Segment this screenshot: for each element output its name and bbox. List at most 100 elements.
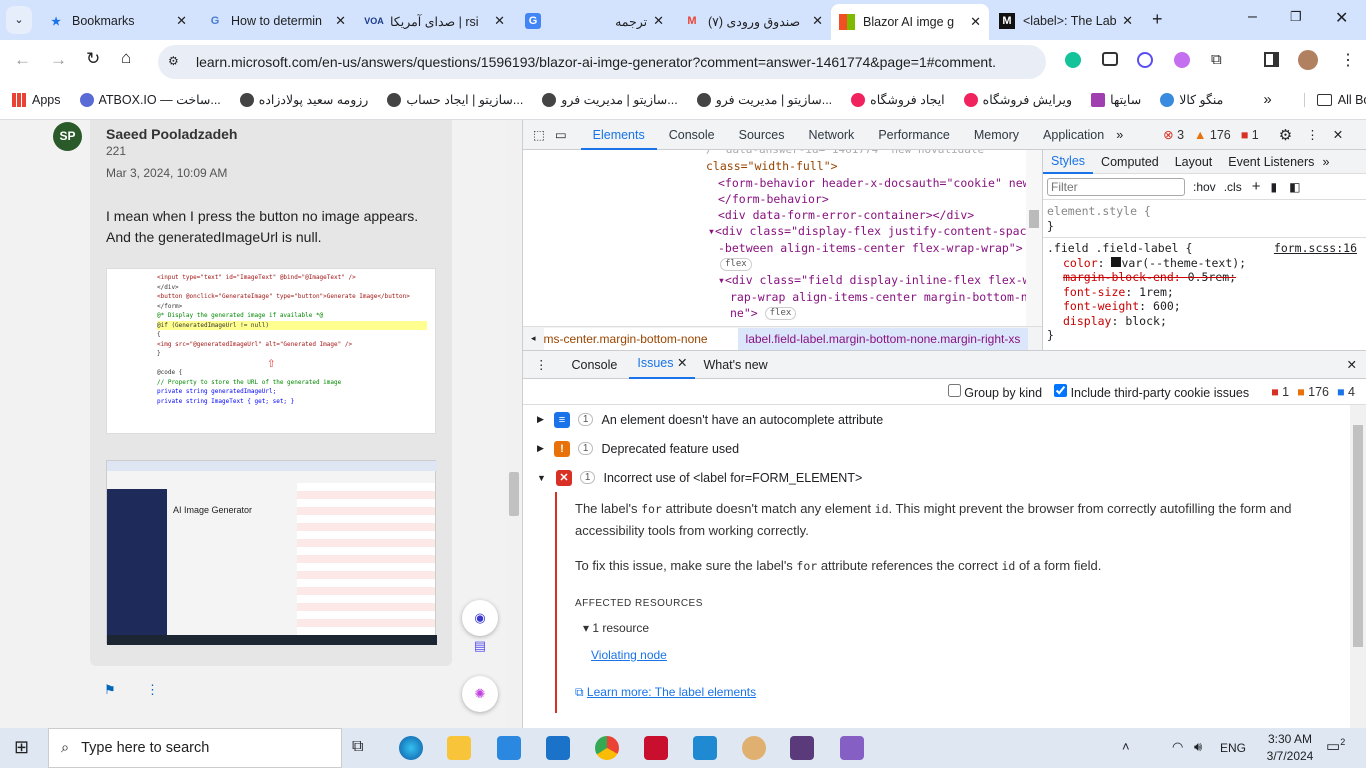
close-tab-icon[interactable]: ✕ [970,14,981,30]
network-icon[interactable]: ◠ [1172,739,1183,755]
more-tabs-icon[interactable]: » [1322,155,1329,169]
tab-memory[interactable]: Memory [962,120,1031,150]
tab-how-to[interactable]: G How to determin ✕ [199,6,354,36]
learn-more-link[interactable]: ⧉ Learn more: The label elements [575,682,1350,703]
tab-voa[interactable]: VOA صدای آمریکا | rsi ✕ [358,6,513,36]
violating-node-link[interactable]: Violating node [575,645,1350,666]
avatar[interactable] [1298,50,1318,70]
app-screenshot[interactable]: AI Image Generator [106,460,437,645]
group-by-kind-checkbox[interactable]: Group by kind [947,383,1042,400]
bookmark-sazito-2[interactable]: سازیتو | مدیریت فرو... [537,92,678,107]
close-tab-icon[interactable]: ✕ [1122,13,1133,29]
extension-brain-icon[interactable] [1174,52,1190,68]
close-drawer-icon[interactable]: ✕ [1347,357,1357,372]
bookmark-mango[interactable]: منگو کالا [1155,92,1223,107]
css-property-overridden[interactable]: margin-block-end: 0.5rem; [1047,270,1363,285]
site-info-icon[interactable]: ⚙ [168,54,179,68]
dom-line[interactable]: ne"> flex [523,305,1026,321]
dom-line[interactable]: class="width-full"> [523,158,1026,174]
close-tab-icon[interactable]: ✕ [176,13,187,29]
breadcrumb-scroll-left[interactable]: ◂ [523,333,544,344]
color-swatch[interactable] [1111,256,1122,267]
brain-extension-button[interactable]: ✺ [462,676,498,712]
back-icon[interactable]: ← [14,50,31,70]
element-style[interactable]: element.style { [1047,204,1363,219]
tab-console[interactable]: Console [657,120,727,150]
device-toolbar-icon[interactable]: ▭ [555,127,567,142]
rule-selector[interactable]: .field .field-label { [1047,241,1192,256]
more-tabs-icon[interactable]: » [1116,128,1123,142]
drawer-menu-icon[interactable]: ⋮ [523,357,560,372]
terminal-icon[interactable] [790,736,814,760]
dom-line[interactable]: ▾<div class="display-flex justify-conten… [523,223,1026,239]
clock-date[interactable]: 3/7/2024 [1262,749,1318,763]
tab-blazor-active[interactable]: Blazor AI imge g ✕ [831,4,989,40]
dom-line[interactable]: rap-wrap align-items-center margin-botto… [523,289,1026,305]
side-panel-icon[interactable] [1264,52,1279,67]
dom-line[interactable]: -between align-items-center flex-wrap-wr… [523,240,1026,256]
new-tab-button[interactable]: + [1152,9,1163,30]
vscode-icon[interactable] [693,736,717,760]
store-icon[interactable] [497,736,521,760]
close-tab-icon[interactable]: ✕ [494,13,505,29]
minimize-button[interactable]: – [1248,8,1257,26]
cls-toggle[interactable]: .cls [1224,180,1242,194]
tab-gmail[interactable]: M صندوق ورودی (۷) ✕ [676,6,831,36]
css-property[interactable]: font-size: 1rem; [1047,285,1363,300]
comment-author[interactable]: Saeed Pooladzadeh [106,126,237,142]
grammarly-icon[interactable] [1065,52,1081,68]
settings-icon[interactable]: ⚙ [1279,126,1292,144]
extensions-icon[interactable]: ⧉ [1211,51,1222,68]
close-devtools-icon[interactable]: ✕ [1333,127,1343,142]
task-view-icon[interactable]: ⧉ [352,738,363,756]
drawer-tab-whats-new[interactable]: What's new [695,358,775,372]
menu-icon[interactable]: ⋮ [1340,50,1356,70]
clock-time[interactable]: 3:30 AM [1262,732,1318,746]
flex-badge[interactable]: flex [720,258,752,272]
issue-deprecated[interactable]: ▶! 1 Deprecated feature used [523,434,1350,463]
third-party-cookie-checkbox[interactable]: Include third-party cookie issues [1054,383,1249,400]
bookmark-sazito-1[interactable]: سازیتو | ایجاد حساب... [382,92,523,107]
bookmark-resume[interactable]: رزومه سعید پولادزاده [235,92,368,107]
mail-icon[interactable] [546,736,570,760]
warning-count[interactable]: ▲ 176 [1194,128,1231,142]
file-explorer-icon[interactable] [447,736,471,760]
tab-mdn[interactable]: M <label>: The Lab ✕ [991,6,1141,36]
reload-icon[interactable]: ↻ [86,49,100,69]
tab-event-listeners[interactable]: Event Listeners [1220,155,1322,169]
tray-chevron-icon[interactable]: ˄ [1122,739,1130,754]
all-bookmarks[interactable]: All Bookmarks [1303,92,1366,107]
inspect-element-icon[interactable]: ⬚ [533,127,545,142]
home-icon[interactable]: ⌂ [121,48,131,68]
breadcrumb-item-selected[interactable]: label.field-label.margin-bottom-none.mar… [737,327,1029,350]
reader-button[interactable]: ▤ [462,630,498,662]
styles-filter-input[interactable] [1047,177,1185,196]
p-app-icon[interactable] [644,736,668,760]
devtools-menu-icon[interactable]: ⋮ [1306,127,1319,142]
tab-performance[interactable]: Performance [866,120,962,150]
page-scrollbar[interactable] [506,120,522,728]
report-flag-icon[interactable]: ⚑ [104,682,116,698]
drawer-tab-issues[interactable]: Issues ✕ [629,350,696,379]
css-property[interactable]: color: var(--theme-text); [1047,256,1363,271]
tab-search-button[interactable]: ⌄ [6,6,32,34]
close-tab-icon[interactable]: ✕ [653,13,664,29]
volume-icon[interactable]: 🔊︎ [1194,739,1202,755]
new-rule-icon[interactable]: + [1252,178,1261,195]
forward-icon[interactable]: → [50,50,67,70]
chrome-icon[interactable] [595,736,619,760]
code-screenshot[interactable]: <input type="text" id="ImageText" @bind=… [106,268,436,434]
tab-translate[interactable]: G ترجمه ✕ [517,6,672,36]
tab-styles[interactable]: Styles [1043,150,1094,174]
paint-brush-icon[interactable]: ▮ [1270,180,1277,194]
address-bar[interactable]: ⚙ learn.microsoft.com/en-us/answers/ques… [158,45,1046,79]
bookmark-sites[interactable]: سایتها [1086,92,1141,107]
breadcrumb-item[interactable]: ms-center.margin-bottom-none [543,327,738,350]
dom-line[interactable]: <form-behavior header-x-docsauth="cookie… [523,175,1026,191]
tab-computed[interactable]: Computed [1093,155,1167,169]
restore-button[interactable]: ❐ [1290,9,1302,25]
paint-icon[interactable] [742,736,766,760]
issues-scrollbar[interactable] [1350,405,1366,728]
dom-line[interactable]: </form-behavior> [523,191,1026,207]
feedback-icon[interactable] [1102,52,1118,66]
